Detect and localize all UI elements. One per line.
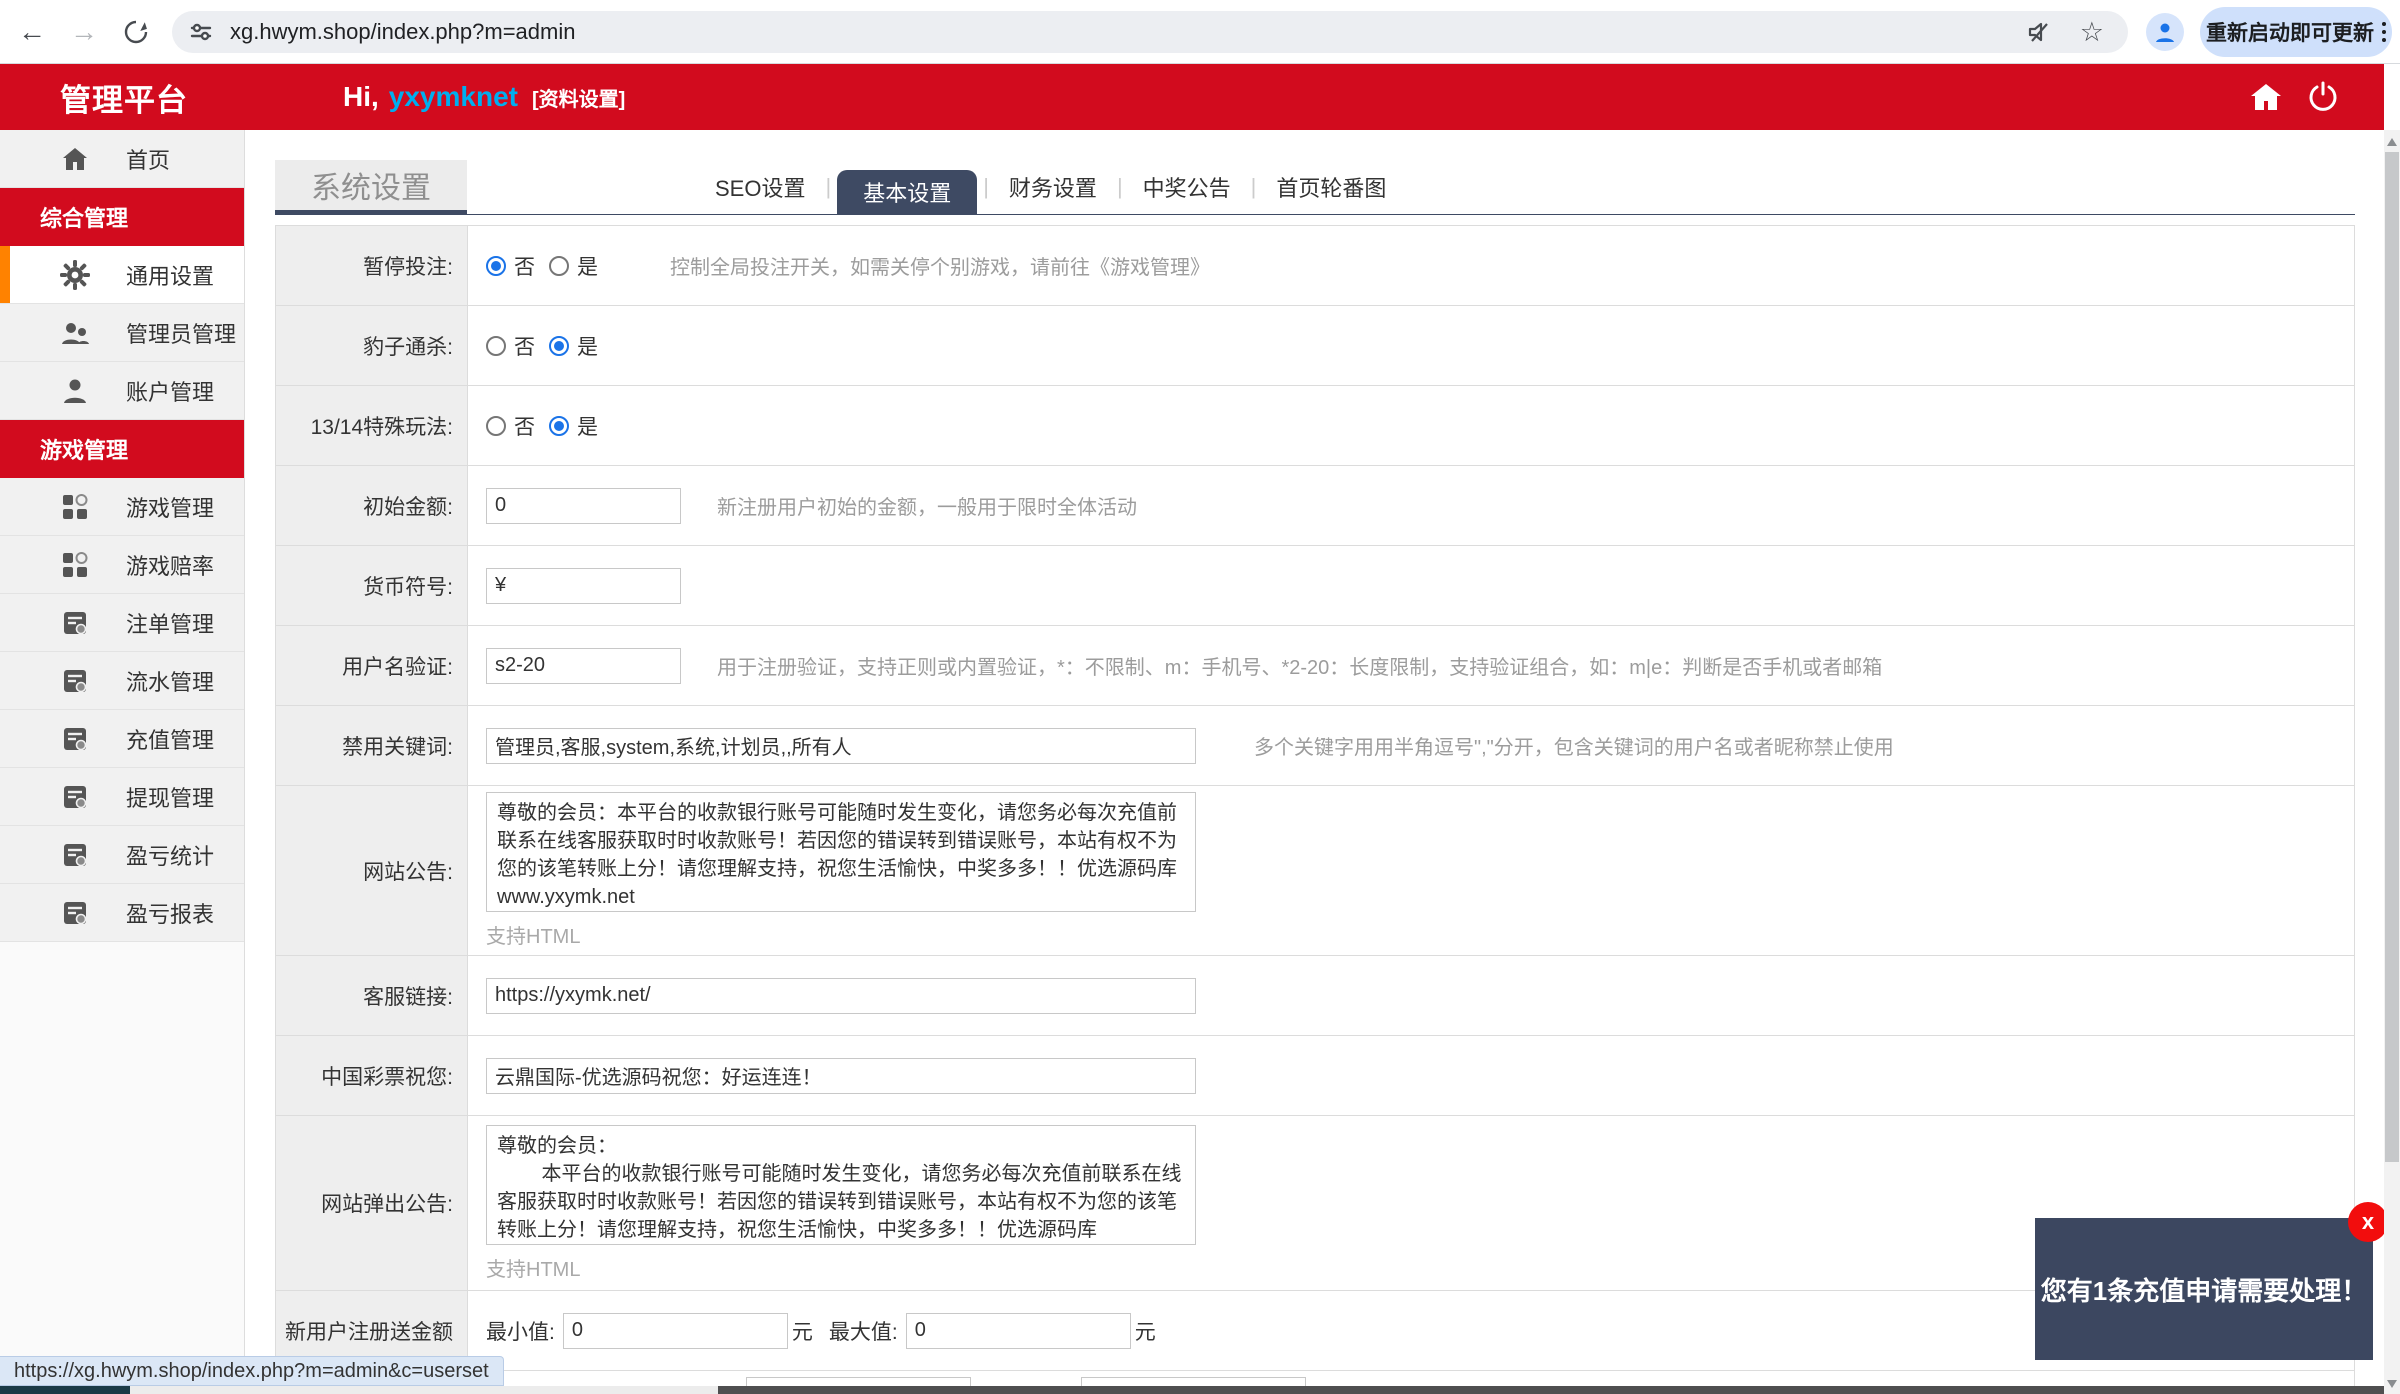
report-icon: [58, 842, 92, 868]
tab-seo-settings[interactable]: SEO设置: [695, 171, 825, 203]
scroll-up-arrow-icon[interactable]: [2387, 138, 2397, 146]
special-play-no-radio[interactable]: [486, 416, 506, 436]
initial-amount-input[interactable]: [486, 488, 681, 524]
tab-zone: 系统设置 SEO设置 | 基本设置 | 财务设置 | 中奖公告 | 首页轮番图: [275, 160, 2355, 215]
banned-keywords-hint: 多个关键字用用半角逗号","分开，包含关键词的用户名或者昵称禁止使用: [1254, 731, 1894, 760]
sidebar-item-general-settings[interactable]: 通用设置: [0, 246, 244, 304]
banned-keywords-input[interactable]: [486, 728, 1196, 764]
sidebar-section-general: 综合管理: [0, 188, 244, 246]
sidebar-item-game-management[interactable]: 游戏管理: [0, 478, 244, 536]
form-row-special-play: 13/14特殊玩法: 否 是: [276, 386, 2354, 466]
popup-announcement-textarea[interactable]: 尊敬的会员： 本平台的收款银行账号可能随时发生变化，请您务必每次充值前联系在线客…: [486, 1125, 1196, 1245]
sidebar-item-admin-management[interactable]: 管理员管理: [0, 304, 244, 362]
mute-icon[interactable]: [2026, 18, 2054, 46]
sidebar-item-withdrawal[interactable]: 提现管理: [0, 768, 244, 826]
greeting-prefix: Hi,: [343, 81, 379, 113]
service-link-input[interactable]: [486, 978, 1196, 1014]
tab-finance-settings[interactable]: 财务设置: [989, 171, 1117, 203]
form-row-initial-amount: 初始金额: 新注册用户初始的金额，一般用于限时全体活动: [276, 466, 2354, 546]
initial-amount-hint: 新注册用户初始的金额，一般用于限时全体活动: [717, 491, 1137, 520]
form-row-leopard-kill: 豹子通杀: 否 是: [276, 306, 2354, 386]
special-play-yes-radio[interactable]: [549, 416, 569, 436]
home-icon: [58, 146, 92, 172]
sidebar-item-profit-report[interactable]: 盈亏报表: [0, 884, 244, 942]
sidebar-item-account-management[interactable]: 账户管理: [0, 362, 244, 420]
sidebar-item-profit-stats[interactable]: 盈亏统计: [0, 826, 244, 884]
power-icon[interactable]: [2307, 81, 2339, 113]
report-icon: [58, 668, 92, 694]
url-text: xg.hwym.shop/index.php?m=admin: [230, 19, 575, 45]
notification-text: 您有1条充值申请需要处理！: [2041, 1271, 2367, 1308]
username-validation-hint: 用于注册验证，支持正则或内置验证，*：不限制、m：手机号、*2-20：长度限制，…: [717, 651, 1882, 680]
sidebar-item-recharge[interactable]: 充值管理: [0, 710, 244, 768]
user-icon: [58, 378, 92, 404]
users-icon: [58, 320, 92, 346]
browser-profile-avatar[interactable]: [2146, 13, 2184, 51]
leopard-kill-yes-radio[interactable]: [549, 336, 569, 356]
forward-icon[interactable]: →: [64, 12, 104, 52]
form-row-currency-symbol: 货币符号:: [276, 546, 2354, 626]
address-bar[interactable]: xg.hwym.shop/index.php?m=admin ☆: [172, 11, 2128, 53]
greeting-username[interactable]: yxymknet: [389, 81, 518, 113]
form-row-username-validation: 用户名验证: 用于注册验证，支持正则或内置验证，*：不限制、m：手机号、*2-2…: [276, 626, 2354, 706]
scroll-down-arrow-icon[interactable]: [2387, 1380, 2397, 1388]
form-row-site-announcement: 网站公告: 尊敬的会员：本平台的收款银行账号可能随时发生变化，请您务必每次充值前…: [276, 786, 2354, 956]
browser-toolbar: ← → xg.hwym.shop/index.php?m=admin ☆ 重新启…: [0, 0, 2400, 64]
form-row-banned-keywords: 禁用关键词: 多个关键字用用半角逗号","分开，包含关键词的用户名或者昵称禁止使…: [276, 706, 2354, 786]
form-row-service-link: 客服链接:: [276, 956, 2354, 1036]
browser-menu-icon[interactable]: [2382, 22, 2386, 42]
site-settings-icon[interactable]: [188, 19, 214, 45]
back-icon[interactable]: ←: [12, 12, 52, 52]
lottery-wish-input[interactable]: [486, 1058, 1196, 1094]
home-icon[interactable]: [2249, 82, 2283, 112]
app-header: 管理平台 Hi, yxymknet [资料设置]: [0, 64, 2384, 130]
tab-basic-settings[interactable]: 基本设置: [837, 170, 977, 214]
tabs-underline: [275, 214, 2355, 215]
bookmark-star-icon[interactable]: ☆: [2080, 17, 2104, 48]
site-announcement-textarea[interactable]: 尊敬的会员：本平台的收款银行账号可能随时发生变化，请您务必每次充值前联系在线客服…: [486, 792, 1196, 912]
scrollbar-thumb[interactable]: [2385, 152, 2399, 1162]
reload-icon[interactable]: [116, 12, 156, 52]
gear-icon: [58, 260, 92, 290]
page-title: 系统设置: [275, 160, 467, 210]
bottom-strip-right: [718, 1386, 2400, 1394]
recharge-notification[interactable]: 您有1条充值申请需要处理！: [2035, 1218, 2373, 1360]
sidebar-item-game-odds[interactable]: 游戏赔率: [0, 536, 244, 594]
pause-betting-no-radio[interactable]: [486, 256, 506, 276]
form-row-lottery-wish: 中国彩票祝您:: [276, 1036, 2354, 1116]
sidebar-item-home[interactable]: 首页: [0, 130, 244, 188]
grid-icon: [58, 552, 92, 578]
report-icon: [58, 784, 92, 810]
form-row-pause-betting: 暂停投注: 否 是 控制全局投注开关，如需关停个别游戏，请前往《游戏管理》: [276, 226, 2354, 306]
sidebar-item-transactions[interactable]: 流水管理: [0, 652, 244, 710]
report-icon: [58, 726, 92, 752]
leopard-kill-no-radio[interactable]: [486, 336, 506, 356]
tab-home-carousel[interactable]: 首页轮番图: [1256, 171, 1406, 203]
bottom-strip-left: [0, 1386, 130, 1394]
report-icon: [58, 610, 92, 636]
screen: ← → xg.hwym.shop/index.php?m=admin ☆ 重新启…: [0, 0, 2400, 1394]
status-link-tooltip: https://xg.hwym.shop/index.php?m=admin&c…: [0, 1356, 504, 1386]
profile-settings-link[interactable]: [资料设置]: [532, 83, 625, 112]
vertical-scrollbar[interactable]: [2384, 130, 2400, 1394]
sidebar-section-games: 游戏管理: [0, 420, 244, 478]
notification-close-button[interactable]: x: [2348, 1202, 2388, 1242]
signup-bonus-min-input[interactable]: [563, 1313, 788, 1349]
sidebar: 首页 综合管理 通用设置 管理员管理 账户管理 游戏管理 游戏管理 游戏赔: [0, 130, 245, 1394]
sidebar-item-bet-orders[interactable]: 注单管理: [0, 594, 244, 652]
currency-symbol-input[interactable]: [486, 568, 681, 604]
pause-betting-yes-radio[interactable]: [549, 256, 569, 276]
app-brand: 管理平台: [60, 75, 188, 120]
browser-update-label: 重新启动即可更新: [2206, 17, 2374, 47]
username-validation-input[interactable]: [486, 648, 681, 684]
grid-icon: [58, 494, 92, 520]
html-supported-note: 支持HTML: [486, 1253, 1196, 1282]
pause-betting-hint: 控制全局投注开关，如需关停个别游戏，请前往《游戏管理》: [670, 251, 1210, 280]
browser-update-button[interactable]: 重新启动即可更新: [2200, 7, 2392, 57]
tab-winning-notice[interactable]: 中奖公告: [1123, 171, 1251, 203]
html-supported-note: 支持HTML: [486, 920, 1196, 949]
signup-bonus-max-input[interactable]: [906, 1313, 1131, 1349]
report-icon: [58, 900, 92, 926]
bottom-strip-middle: [130, 1386, 718, 1394]
